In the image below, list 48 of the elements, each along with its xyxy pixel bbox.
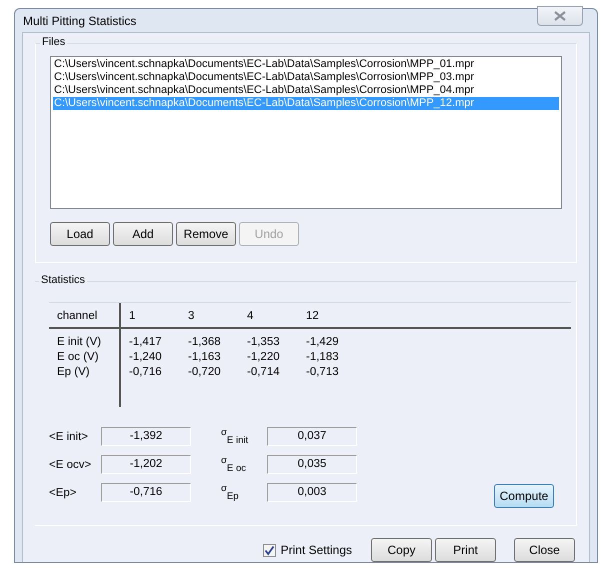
deviation-value-field: 0,035 bbox=[267, 455, 357, 474]
table-cell-text: -0,713 bbox=[305, 365, 340, 380]
file-button[interactable]: Load bbox=[50, 222, 110, 246]
compute-button[interactable]: Compute bbox=[494, 484, 554, 508]
close-button[interactable] bbox=[537, 6, 583, 26]
mean-label: <E ocv> bbox=[49, 458, 92, 471]
table-cell-text: -1,163 bbox=[187, 350, 222, 365]
column-header: 12 bbox=[305, 309, 320, 324]
column-header: 3 bbox=[187, 309, 196, 324]
table-cell-text: Ep (V) bbox=[56, 365, 91, 380]
deviation-value-field: 0,037 bbox=[267, 427, 357, 446]
file-item[interactable]: C:\Users\vincent.schnapka\Documents\EC-Lab\Data\Samples\Corrosion\MPP_03.mpr bbox=[53, 71, 559, 84]
dialog-button[interactable]: Close bbox=[514, 538, 575, 562]
mean-value-field: -0,716 bbox=[101, 483, 191, 502]
table-cell-text: -1,429 bbox=[305, 335, 340, 350]
file-button[interactable]: Add bbox=[113, 222, 173, 246]
mean-label: <E init> bbox=[49, 430, 89, 443]
file-item[interactable]: C:\Users\vincent.schnapka\Documents\EC-Lab\Data\Samples\Corrosion\MPP_01.mpr bbox=[53, 58, 559, 71]
table-cell-text: -0,714 bbox=[246, 365, 281, 380]
table-cell-text: E oc (V) bbox=[56, 350, 100, 365]
table-cell-text: -1,368 bbox=[187, 335, 222, 350]
mean-label: <Ep> bbox=[49, 486, 78, 499]
group-label: Statistics bbox=[39, 274, 88, 286]
table-cell-text: E init (V) bbox=[56, 335, 102, 350]
table-cell-text: -0,720 bbox=[187, 365, 222, 380]
mean-value-field: -1,392 bbox=[101, 427, 191, 446]
window-title: Multi Pitting Statistics bbox=[23, 14, 136, 28]
column-header: 4 bbox=[246, 309, 254, 324]
check-icon bbox=[264, 544, 275, 556]
file-item[interactable]: C:\Users\vincent.schnapka\Documents\EC-Lab\Data\Samples\Corrosion\MPP_04.mpr bbox=[53, 84, 559, 97]
checkbox-label: Print Settings bbox=[280, 543, 352, 557]
column-header: channel bbox=[49, 303, 121, 329]
close-icon bbox=[554, 10, 566, 20]
column-header: 1 bbox=[128, 309, 136, 324]
group-label: Files bbox=[40, 36, 68, 48]
table-cell-text: -0,716 bbox=[128, 365, 163, 380]
checkbox[interactable] bbox=[262, 544, 276, 556]
table-cell-text: -1,353 bbox=[246, 335, 281, 350]
table-cell-text: -1,220 bbox=[246, 350, 281, 365]
table-cell-text: -1,240 bbox=[128, 350, 163, 365]
file-button[interactable]: Remove bbox=[176, 222, 236, 246]
dialog-button[interactable]: Print bbox=[435, 538, 496, 562]
mean-value-field: -1,202 bbox=[101, 455, 191, 474]
dialog-button[interactable]: Copy bbox=[371, 538, 432, 562]
print-settings-checkbox[interactable]: Print Settings bbox=[262, 543, 352, 557]
table-cell-text: -1,183 bbox=[305, 350, 340, 365]
deviation-value-field: 0,003 bbox=[267, 483, 357, 502]
table-cell-text: -1,417 bbox=[128, 335, 163, 350]
